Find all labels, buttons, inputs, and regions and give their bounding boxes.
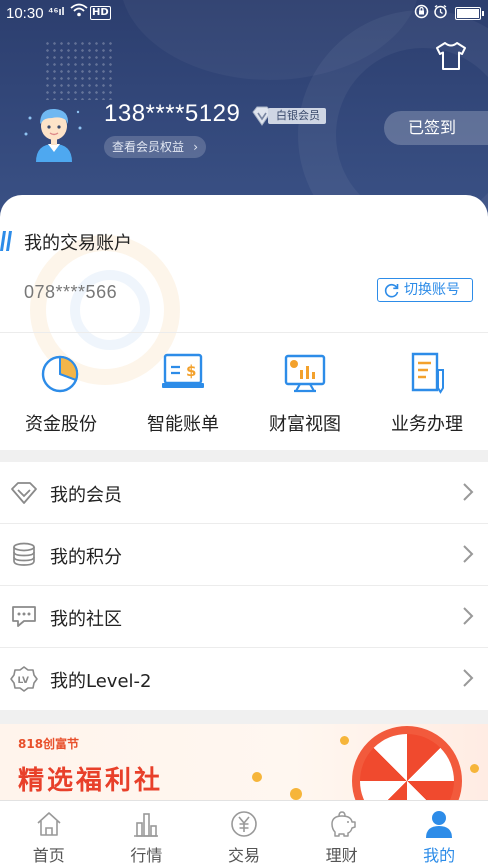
- menu-item-community[interactable]: 我的社区: [0, 586, 488, 648]
- nav-label: 首页: [32, 846, 65, 865]
- quick-action-label: 业务办理: [391, 414, 463, 435]
- battery-icon: [455, 7, 484, 20]
- trading-account-card: 我的交易账户 078****566 切换账号 资金股份 $ 智能账单 财富视图 …: [0, 195, 488, 450]
- signal-icon: ⁴⁶ıl: [48, 6, 65, 18]
- avatar[interactable]: [22, 98, 86, 162]
- svg-text:$: $: [186, 362, 196, 380]
- switch-account-button[interactable]: 切换账号: [377, 278, 473, 302]
- menu-item-label: 我的Level-2: [50, 671, 152, 692]
- svg-text:LV: LV: [18, 676, 29, 686]
- lv-badge-icon: LV: [10, 666, 38, 692]
- app-screen: 10:30 ⁴⁶ıl HD 138****5129 白银会员 查看会员权益 › …: [0, 0, 488, 867]
- promo-banner[interactable]: 818创富节 精选福利社: [0, 724, 488, 804]
- bottom-nav: 首页 行情 交易 理财 我的: [0, 800, 488, 867]
- home-icon: [37, 812, 61, 836]
- view-benefits-link[interactable]: 查看会员权益 ›: [104, 136, 207, 158]
- alarm-icon: [433, 4, 448, 23]
- nav-label: 理财: [325, 846, 358, 865]
- status-time: 10:30: [6, 5, 44, 22]
- quick-action-bill[interactable]: $ 智能账单: [122, 350, 244, 440]
- piggy-bank-icon: [330, 811, 356, 837]
- hd-icon: HD: [90, 6, 111, 20]
- lock-rotation-icon: [414, 4, 429, 23]
- member-level-label: 白银会员: [268, 108, 326, 124]
- menu-item-points[interactable]: 我的积分: [0, 524, 488, 586]
- member-level-badge[interactable]: 白银会员: [250, 106, 326, 126]
- chevron-right-icon: [463, 607, 474, 625]
- nav-label: 交易: [227, 846, 260, 865]
- profile-menu-list: 我的会员 我的积分 我的社区 LV 我的Level-2: [0, 462, 488, 710]
- nav-home[interactable]: 首页: [0, 801, 98, 867]
- account-title: 我的交易账户: [24, 233, 132, 254]
- document-pen-icon: [411, 352, 444, 394]
- section-marker-icon: [0, 231, 12, 251]
- chevron-right-icon: [463, 545, 474, 563]
- banner-title: 精选福利社: [18, 766, 164, 796]
- chevron-right-icon: ›: [193, 140, 199, 154]
- person-icon: [426, 811, 453, 838]
- user-phone: 138****5129: [104, 100, 241, 127]
- skin-theme-icon[interactable]: [434, 40, 468, 72]
- banner-tag: 818创富节: [18, 737, 80, 751]
- account-number: 078****566: [24, 282, 118, 302]
- nav-market[interactable]: 行情: [98, 801, 196, 867]
- quick-action-label: 资金股份: [25, 414, 97, 435]
- pie-chart-icon: [41, 355, 79, 393]
- prize-wheel-icon: [352, 726, 462, 804]
- nav-wealth[interactable]: 理财: [293, 801, 391, 867]
- quick-action-business[interactable]: 业务办理: [366, 350, 488, 440]
- switch-account-label: 切换账号: [404, 282, 460, 298]
- nav-mine[interactable]: 我的: [390, 801, 488, 867]
- nav-label: 我的: [423, 846, 456, 865]
- menu-item-label: 我的会员: [50, 485, 122, 506]
- yuan-icon: [231, 811, 257, 837]
- chevron-right-icon: [463, 669, 474, 687]
- chevron-right-icon: [463, 483, 474, 501]
- view-benefits-label: 查看会员权益: [112, 140, 185, 154]
- quick-action-wealth[interactable]: 财富视图: [244, 350, 366, 440]
- nav-trade[interactable]: 交易: [195, 801, 293, 867]
- diamond-icon: [11, 482, 37, 504]
- coins-icon: [13, 542, 35, 566]
- refresh-icon: [384, 283, 399, 298]
- wifi-icon: [70, 3, 88, 21]
- nav-label: 行情: [130, 846, 163, 865]
- quick-action-funds[interactable]: 资金股份: [0, 350, 122, 440]
- checkin-button[interactable]: 已签到: [384, 111, 488, 145]
- chat-icon: [12, 606, 36, 627]
- quick-action-label: 财富视图: [269, 414, 341, 435]
- bill-icon: $: [162, 353, 204, 388]
- bars-icon: [134, 813, 159, 837]
- menu-item-level2[interactable]: LV 我的Level-2: [0, 648, 488, 710]
- wealth-chart-icon: [284, 354, 326, 393]
- menu-item-label: 我的积分: [50, 547, 122, 568]
- status-bar: 10:30 ⁴⁶ıl HD: [0, 0, 488, 28]
- menu-item-membership[interactable]: 我的会员: [0, 462, 488, 524]
- menu-item-label: 我的社区: [50, 609, 122, 630]
- quick-action-label: 智能账单: [147, 414, 219, 435]
